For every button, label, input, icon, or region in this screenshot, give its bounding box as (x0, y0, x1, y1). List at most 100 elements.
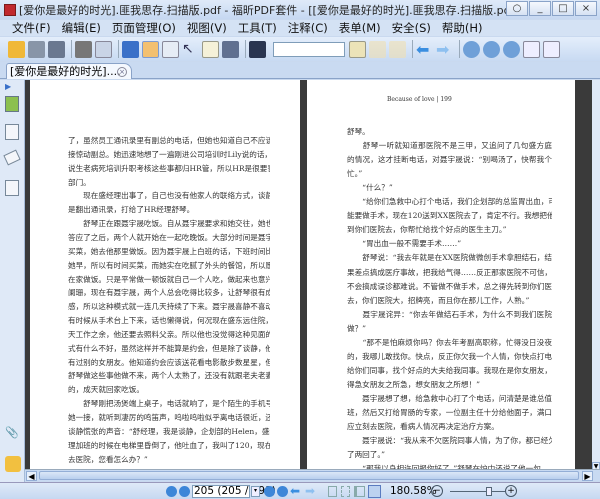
pages-icon[interactable] (5, 124, 19, 140)
zoom-in-icon[interactable] (463, 40, 480, 58)
text-line: “胃出血一般不需要手术……” (347, 239, 462, 249)
back-arrow-icon[interactable]: ⬅ (416, 41, 433, 58)
actual-size-icon[interactable] (523, 40, 540, 58)
page-number-field[interactable]: 205 (205 / 291) (192, 485, 276, 498)
text-line: 她一接，就听到凄厉的鸣笛声，呜啦呜啦似乎离电话很近，还有 (68, 413, 270, 422)
text-line: 给你们同事，找个好点的大夫给我同事。我现在是你女朋友，你 (347, 365, 552, 375)
save-as-icon[interactable] (48, 40, 65, 58)
tab-label: [爱你是最好的时光].... (10, 65, 121, 78)
text-line: 她早，所以有时间买菜，而她实在吃腻了外头的餐馆，所以愿意 (68, 260, 270, 270)
zoom-level[interactable]: 180.58% (390, 485, 437, 497)
text-line: “那不是怕麻烦你吗？你去年考副高职称，忙得没日没夜 (347, 337, 552, 347)
text-line: 忙。” (347, 169, 363, 179)
next-page-icon[interactable] (264, 486, 275, 497)
menu-form[interactable]: 表单(M) (339, 20, 381, 36)
title-bar: [爱你是最好的时光].匪我思存.扫描版.pdf - 福昕PDF套件 - [[爱你… (0, 0, 600, 19)
text-line: “给你们急救中心打个电话，我们企划部的总监胃出血，可 (347, 197, 552, 207)
options-button[interactable]: ○ (506, 1, 528, 16)
menu-bar: 文件(F) 编辑(E) 页面管理(O) 视图(V) 工具(T) 注释(C) 表单… (0, 20, 600, 36)
snapshot-camera-icon[interactable] (222, 40, 239, 58)
rotate-page-icon[interactable] (543, 40, 560, 58)
zoom-out-button[interactable]: − (431, 485, 443, 497)
text-line: 是翻出通讯录，打给了HR经理舒琴。 (68, 205, 195, 215)
menu-help[interactable]: 帮助(H) (442, 20, 483, 36)
previous-page-icon[interactable] (179, 486, 190, 497)
text-line: 了两回了。” (347, 450, 386, 460)
signature-icon[interactable] (5, 180, 19, 196)
email-icon[interactable] (95, 40, 112, 58)
hand-tool-icon[interactable] (142, 40, 159, 58)
comments-icon[interactable] (5, 456, 21, 472)
tab-close-icon[interactable]: × (117, 67, 127, 77)
text-line: 做？” (347, 323, 367, 333)
text-line: 聂宇晟诧异：“你去年做结石手术，为什么不到我们医院 (347, 309, 552, 319)
text-line: 舒琴一听就知道那医院不是三甲，又追问了几句盛方庭 (347, 141, 552, 151)
scroll-left-button[interactable]: ◀ (26, 471, 37, 481)
text-line: 聂宇晟想了想，给急救中心打了个电话，问清楚是谁总值 (347, 393, 552, 403)
text-line: 能要做手术，现在120送到XX医院去了，肯定不行。我想把他转 (347, 211, 552, 221)
facing-page-icon[interactable] (354, 486, 365, 497)
save-icon[interactable] (28, 40, 45, 58)
scroll-right-button[interactable]: ▶ (582, 471, 593, 481)
menu-file[interactable]: 文件(F) (12, 20, 51, 36)
text-line: 接惊动副总。她迅速地想了一遍刚进公司培训时Lily说的话，Lily (68, 149, 270, 159)
previous-view-icon[interactable]: ⬅ (290, 484, 300, 498)
forward-arrow-icon[interactable]: ➡ (436, 41, 453, 58)
next-view-icon[interactable]: ➡ (305, 484, 315, 498)
typewriter-icon[interactable] (202, 40, 219, 58)
text-line: 有过别的女朋友。他知道约会应该送花看电影散步数星星，但跟 (68, 357, 270, 367)
menu-page-management[interactable]: 页面管理(O) (112, 20, 176, 36)
single-page-icon[interactable] (328, 486, 337, 497)
next-result-icon[interactable] (389, 40, 406, 58)
pointer-icon[interactable]: ↖ (182, 41, 199, 58)
zoom-marquee-icon[interactable] (483, 40, 500, 58)
zoom-in-button[interactable]: + (505, 485, 517, 497)
previous-result-icon[interactable] (369, 40, 386, 58)
bookmarks-icon[interactable] (5, 96, 19, 112)
print-icon[interactable] (75, 40, 92, 58)
text-line: 舒琴做这些事他做不来，两个人太熟了，还没有就跟老夫老妻似 (68, 371, 270, 381)
text-line: 在家做饭。只是平常做一顿饭就自己一个人吃，做起来也意兴 (68, 274, 270, 284)
menu-security[interactable]: 安全(S) (392, 20, 431, 36)
text-line: 聂宇晟说：“我从来不欠医院同事人情，为了你，都已经欠 (347, 436, 552, 446)
text-line: 不会搞成误诊都难说。不管做不做手术，总之得先转到你们医院 (347, 281, 552, 291)
layers-icon[interactable] (3, 149, 21, 166)
select-text-icon[interactable] (162, 40, 179, 58)
page-dropdown-button[interactable]: ▾ (251, 486, 260, 497)
text-line: 得急女朋友之所急，想女朋友之所想！” (347, 379, 480, 389)
menu-comment[interactable]: 注释(C) (288, 20, 328, 36)
scroll-thumb[interactable] (39, 471, 579, 480)
zoom-slider-thumb[interactable] (485, 487, 492, 496)
horizontal-scrollbar[interactable]: ◀ ▶ (25, 469, 600, 481)
last-page-icon[interactable] (277, 486, 288, 497)
navigation-sidebar: ▶ 📎 (0, 80, 25, 482)
menu-view[interactable]: 视图(V) (187, 20, 227, 36)
document-properties-icon[interactable] (349, 40, 366, 58)
attachments-icon[interactable]: 📎 (5, 426, 19, 442)
minimize-button[interactable]: _ (529, 1, 551, 16)
fullscreen-monitor-icon[interactable] (122, 40, 139, 58)
vertical-scrollbar[interactable]: ▼ (592, 80, 600, 472)
close-button[interactable]: × (575, 1, 597, 16)
text-line: 阑珊，现在有聂宇晟，两个人总会吃得比较多，让舒琴很有成就 (68, 288, 270, 298)
continuous-page-icon[interactable] (341, 486, 350, 497)
text-line: 舒琴。 (347, 127, 370, 136)
first-page-icon[interactable] (166, 486, 177, 497)
text-line: 到你们医院去，你帮忙给找个好点的医生主刀。” (347, 225, 507, 235)
menu-tools[interactable]: 工具(T) (238, 20, 277, 36)
document-tab[interactable]: [爱你是最好的时光].... × (6, 63, 132, 79)
text-line: 式有什么不好，虽然这样并不能算是约会，但是除了谈静，他没 (68, 343, 270, 353)
text-line: 部门。 (68, 177, 91, 187)
text-line: 的，我哪儿敢找你。快点，反正你欠我一个人情，你快点打电话 (347, 351, 552, 361)
status-bar: 205 (205 / 291) ▾ ⬅ ➡ 180.58% − + (0, 482, 600, 499)
zoom-slider[interactable] (450, 487, 505, 496)
open-folder-icon[interactable] (8, 40, 25, 58)
search-input[interactable] (273, 41, 345, 57)
window-title: [爱你是最好的时光].匪我思存.扫描版.pdf - 福昕PDF套件 - [[爱你… (19, 3, 519, 17)
continuous-facing-icon[interactable] (368, 485, 381, 498)
maximize-button[interactable]: □ (552, 1, 574, 16)
app-logo-icon (4, 3, 16, 16)
menu-edit[interactable]: 编辑(E) (62, 20, 101, 36)
binoculars-find-icon[interactable] (249, 40, 266, 58)
zoom-out-icon[interactable] (503, 40, 520, 58)
